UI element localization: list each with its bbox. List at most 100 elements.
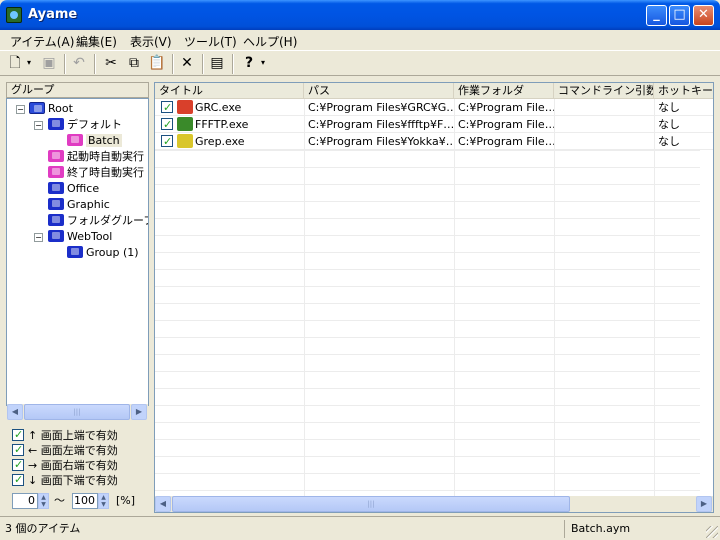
range-min-input[interactable]: 0 <box>12 493 38 509</box>
list-item[interactable]: FFFTP.exe C:¥Program Files¥ffftp¥F… C:¥P… <box>155 116 713 133</box>
tree-item-group-1[interactable]: Group (1) <box>67 245 139 261</box>
grid-line <box>155 218 700 219</box>
scroll-right-icon[interactable]: ▶ <box>696 496 712 512</box>
collapse-icon[interactable]: − <box>34 233 43 242</box>
grid-line <box>155 456 700 457</box>
title-bar[interactable]: Ayame _ □ ✕ <box>0 0 720 30</box>
toolbar-separator <box>64 54 66 74</box>
range-max-input[interactable]: 100 <box>72 493 98 509</box>
tree-horizontal-scrollbar[interactable]: ◀ ||| ▶ <box>7 404 148 421</box>
save-icon[interactable]: ▣ <box>40 54 58 72</box>
tree-item-default[interactable]: デフォルト <box>48 117 122 133</box>
cut-icon[interactable]: ✂ <box>102 54 120 72</box>
grid-line <box>155 201 700 202</box>
status-divider <box>564 520 565 538</box>
toolbar-separator <box>172 54 174 74</box>
list-horizontal-scrollbar[interactable]: ◀ ||| ▶ <box>155 496 713 512</box>
edge-top-option[interactable]: ↑ 画面上端で有効 <box>12 427 118 443</box>
tree-item-webtool[interactable]: WebTool <box>48 229 112 245</box>
scroll-left-icon[interactable]: ◀ <box>155 496 171 512</box>
scroll-right-icon[interactable]: ▶ <box>131 404 147 420</box>
range-tilde: 〜 <box>54 494 65 507</box>
status-item-count: 3 個のアイテム <box>5 522 81 535</box>
grid-line <box>155 235 700 236</box>
toolbar-separator <box>232 54 234 74</box>
grid-line <box>155 167 700 168</box>
scroll-thumb[interactable]: ||| <box>172 496 570 512</box>
resize-grip-icon[interactable] <box>706 526 718 538</box>
checkbox[interactable] <box>12 427 24 442</box>
checkbox[interactable] <box>12 472 24 487</box>
grid-line <box>155 184 700 185</box>
list-item[interactable]: GRC.exe C:¥Program Files¥GRC¥G… C:¥Progr… <box>155 99 713 116</box>
column-header-path[interactable]: パス <box>304 83 454 99</box>
menu-bar: アイテム(A) 編集(E) 表示(V) ツール(T) ヘルプ(H) <box>0 30 720 50</box>
menu-item[interactable]: ツール(T) <box>184 33 237 50</box>
scroll-thumb[interactable]: ||| <box>24 404 130 420</box>
tree-item-startup[interactable]: 起動時自動実行 <box>48 149 144 165</box>
undo-icon[interactable]: ↶ <box>70 54 88 72</box>
edge-right-option[interactable]: → 画面右端で有効 <box>12 457 118 473</box>
grid-line <box>155 388 700 389</box>
menu-item[interactable]: アイテム(A) <box>10 33 74 50</box>
properties-icon[interactable]: ▤ <box>208 54 226 72</box>
status-bar: 3 個のアイテム Batch.aym <box>0 516 720 540</box>
grid-line <box>155 405 700 406</box>
grid-line <box>155 473 700 474</box>
status-file: Batch.aym <box>571 522 631 535</box>
edge-bottom-option[interactable]: ↓ 画面下端で有効 <box>12 472 118 488</box>
toolbar: 🗋 ▾ ▣ ↶ ✂ ⧉ 📋 ✕ ▤ ? ▾ <box>0 50 720 76</box>
grid-line <box>155 252 700 253</box>
tree-item-batch[interactable]: Batch <box>67 133 122 149</box>
checkbox[interactable] <box>161 116 173 133</box>
column-header-workdir[interactable]: 作業フォルダ <box>454 83 554 99</box>
dropdown-arrow-icon[interactable]: ▾ <box>24 54 34 72</box>
toolbar-separator <box>202 54 204 74</box>
column-header-args[interactable]: コマンドライン引数 <box>554 83 654 99</box>
checkbox[interactable] <box>161 99 173 116</box>
collapse-icon[interactable]: − <box>16 105 25 114</box>
menu-item[interactable]: ヘルプ(H) <box>243 33 297 50</box>
grid-line <box>155 303 700 304</box>
scroll-left-icon[interactable]: ◀ <box>7 404 23 420</box>
close-button[interactable]: ✕ <box>693 5 714 26</box>
maximize-button[interactable]: □ <box>669 5 690 26</box>
edge-left-option[interactable]: ← 画面左端で有効 <box>12 442 118 458</box>
grid-line <box>155 337 700 338</box>
menu-item[interactable]: 表示(V) <box>130 33 172 50</box>
dropdown-arrow-icon[interactable]: ▾ <box>258 54 268 72</box>
tree-item-shutdown[interactable]: 終了時自動実行 <box>48 165 144 181</box>
list-item[interactable]: Grep.exe C:¥Program Files¥Yokka¥… C:¥Pro… <box>155 133 713 150</box>
range-min-spinner[interactable]: ▲ ▼ <box>38 493 49 509</box>
help-icon[interactable]: ? <box>240 54 258 72</box>
tree-item-folder-group[interactable]: フォルダグループ <box>48 213 148 229</box>
copy-icon[interactable]: ⧉ <box>125 54 143 72</box>
paste-icon[interactable]: 📋 <box>148 54 166 72</box>
group-icon <box>48 214 64 226</box>
collapse-icon[interactable]: − <box>34 121 43 130</box>
checkbox[interactable] <box>12 442 24 457</box>
range-max-spinner[interactable]: ▲ ▼ <box>98 493 109 509</box>
grc-app-icon <box>177 100 193 114</box>
item-list[interactable]: タイトル パス 作業フォルダ コマンドライン引数 ホットキー GRC.exe C… <box>154 82 714 513</box>
minimize-button[interactable]: _ <box>646 5 667 26</box>
new-file-icon[interactable]: 🗋 <box>6 54 24 72</box>
grid-line <box>155 286 700 287</box>
checkbox[interactable] <box>12 457 24 472</box>
group-tree[interactable]: − Root − デフォルト Batch 起動時自動実行 終了時自動実行 Off… <box>6 98 149 406</box>
ffftp-app-icon <box>177 117 193 131</box>
grid-line <box>155 371 700 372</box>
grid-line <box>155 150 700 151</box>
checkbox[interactable] <box>161 133 173 150</box>
menu-item[interactable]: 編集(E) <box>76 33 117 50</box>
delete-icon[interactable]: ✕ <box>178 54 196 72</box>
tree-item-graphic[interactable]: Graphic <box>48 197 110 213</box>
column-header-title[interactable]: タイトル <box>155 83 304 99</box>
group-icon <box>67 134 83 146</box>
grid-line <box>155 354 700 355</box>
tree-item-root[interactable]: Root <box>29 101 73 117</box>
group-icon <box>48 150 64 162</box>
tree-item-office[interactable]: Office <box>48 181 99 197</box>
group-icon <box>48 182 64 194</box>
column-header-hotkey[interactable]: ホットキー <box>654 83 713 99</box>
